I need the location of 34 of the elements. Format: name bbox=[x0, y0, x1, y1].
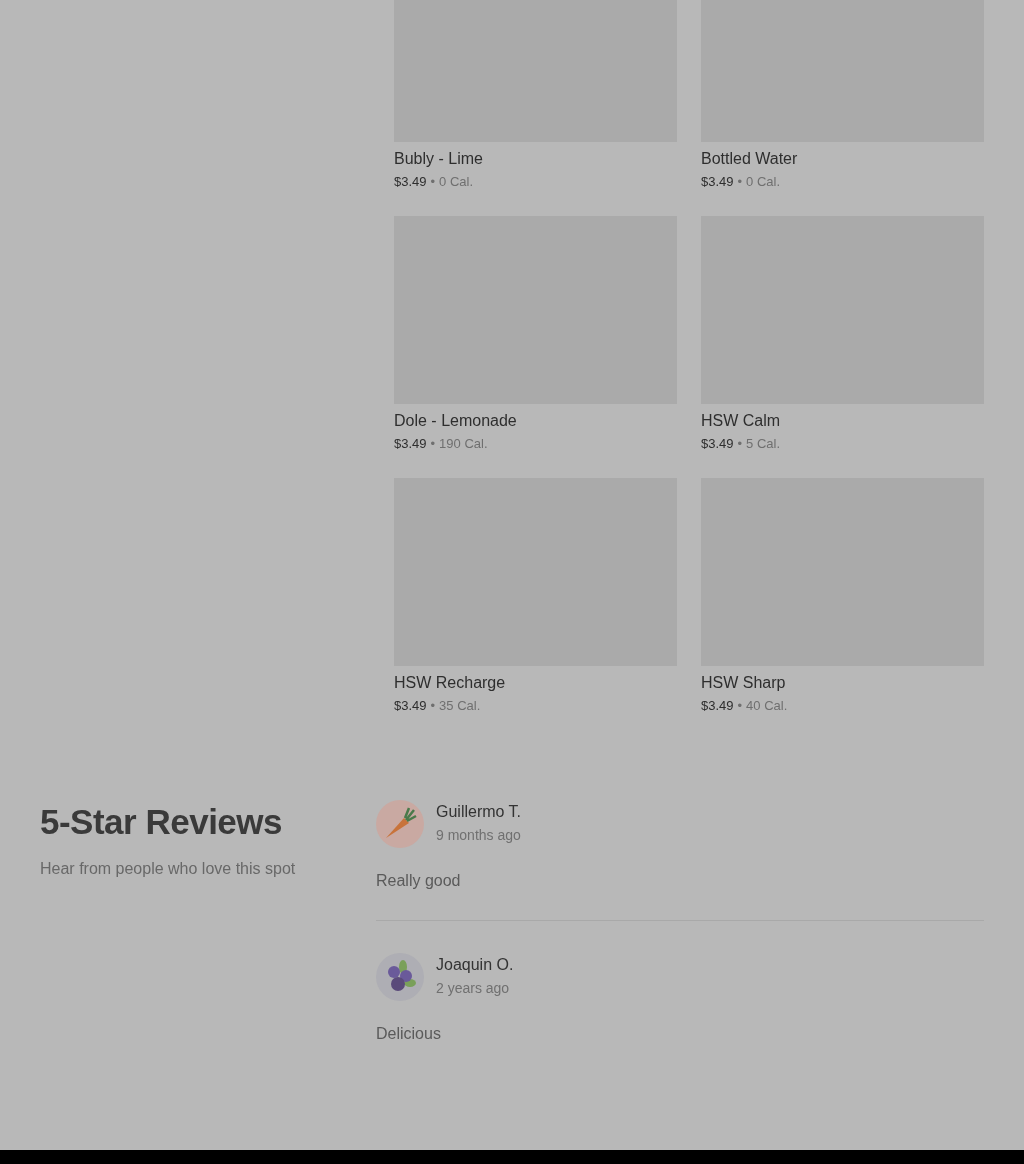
item-price: $3.49 bbox=[394, 173, 427, 191]
section-title: 5-Star Reviews bbox=[40, 802, 284, 842]
item-name[interactable]: Dole - Lemonade bbox=[394, 410, 677, 432]
review-text: Really good bbox=[376, 872, 462, 890]
item-calories: 0 Cal. bbox=[746, 173, 781, 191]
item-price: $3.49 bbox=[701, 697, 734, 715]
item-name[interactable]: Bottled Water bbox=[701, 148, 984, 170]
separator-dot: • bbox=[430, 173, 436, 191]
reviewer-name: Guillermo T. bbox=[436, 803, 522, 821]
separator-dot: • bbox=[737, 697, 743, 715]
item-price: $3.49 bbox=[701, 435, 734, 453]
carrot-avatar bbox=[376, 800, 424, 848]
review-text: Delicious bbox=[376, 1025, 442, 1043]
separator-dot: • bbox=[430, 697, 436, 715]
item-calories: 0 Cal. bbox=[439, 173, 474, 191]
item-calories: 190 Cal. bbox=[439, 435, 488, 453]
review-time: 9 months ago bbox=[436, 827, 522, 843]
item-calories: 35 Cal. bbox=[439, 697, 481, 715]
review-time: 2 years ago bbox=[436, 980, 511, 996]
item-name[interactable]: Bubly - Lime bbox=[394, 148, 677, 170]
section-subtitle: Hear from people who love this spot bbox=[40, 860, 297, 878]
item-price: $3.49 bbox=[394, 435, 427, 453]
reviewer-name: Joaquin O. bbox=[436, 956, 514, 974]
item-calories: 40 Cal. bbox=[746, 697, 788, 715]
separator-dot: • bbox=[430, 435, 436, 453]
item-name[interactable]: HSW Recharge bbox=[394, 672, 677, 694]
item-price: $3.49 bbox=[394, 697, 427, 715]
separator-dot: • bbox=[737, 173, 743, 191]
item-name[interactable]: HSW Calm bbox=[701, 410, 984, 432]
item-name[interactable]: HSW Sharp bbox=[701, 672, 984, 694]
berries-avatar bbox=[376, 953, 424, 1001]
separator-dot: • bbox=[737, 435, 743, 453]
item-calories: 5 Cal. bbox=[746, 435, 781, 453]
item-price: $3.49 bbox=[701, 173, 734, 191]
